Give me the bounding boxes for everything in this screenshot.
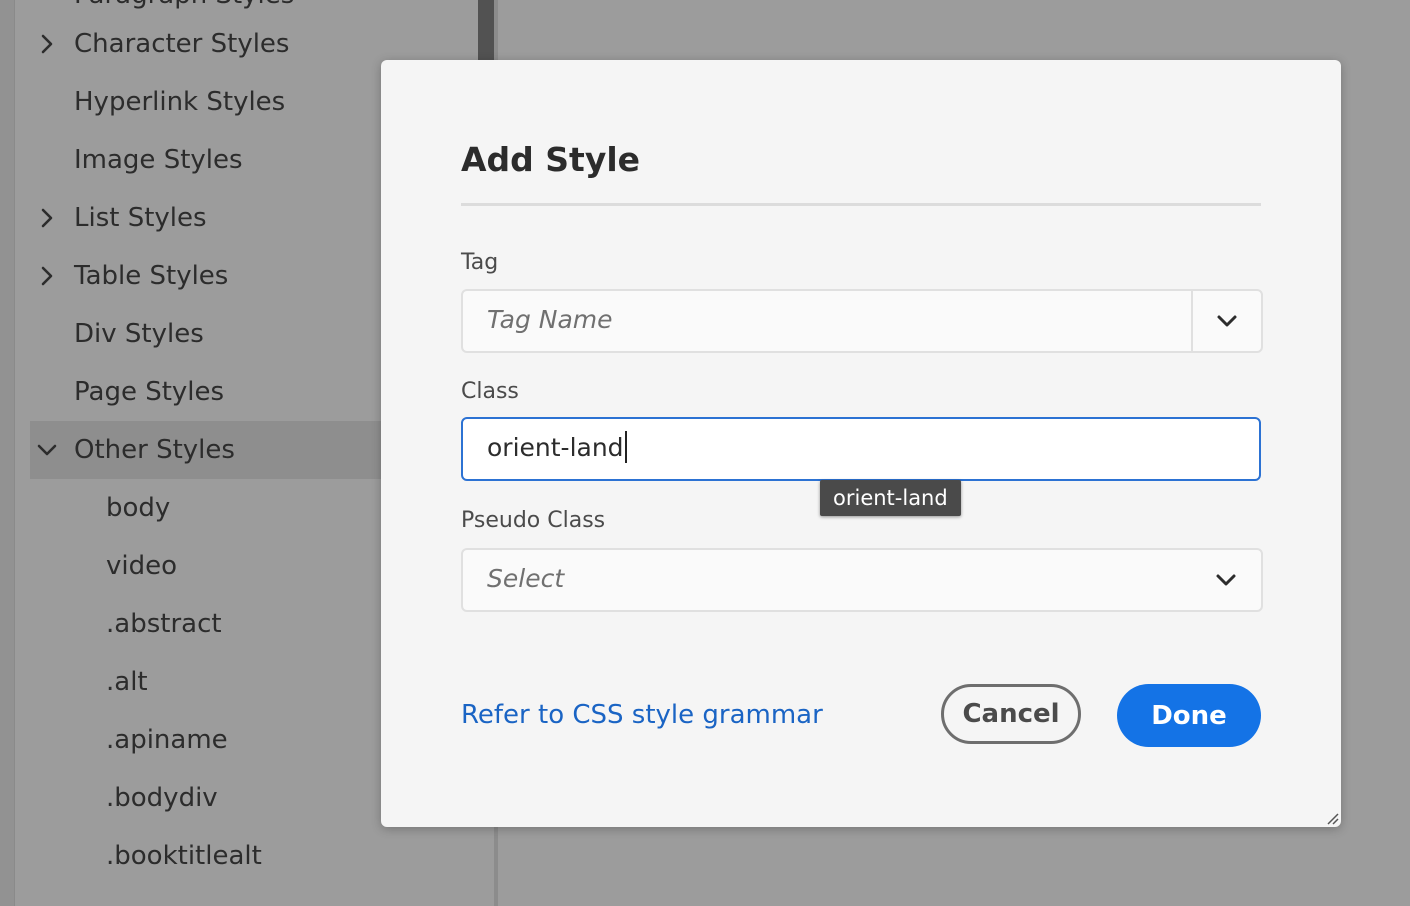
pseudo-class-select[interactable]: Select	[461, 548, 1263, 612]
tag-label: Tag	[461, 250, 499, 275]
tree-item-label: .bodydiv	[106, 783, 218, 813]
class-value-tooltip: orient-land	[820, 480, 961, 516]
chevron-down-icon	[1216, 574, 1236, 586]
tag-combobox[interactable]: Tag Name	[461, 289, 1263, 353]
tree-item-label: body	[106, 493, 171, 523]
tree-item-label: Other Styles	[74, 435, 235, 465]
tree-item-label: List Styles	[74, 203, 207, 233]
tree-item-label: .abstract	[106, 609, 222, 639]
tree-item-label: Div Styles	[74, 319, 204, 349]
panel-left-rail	[0, 0, 15, 906]
pseudo-class-dropdown-button[interactable]	[1191, 550, 1261, 610]
tree-item-label: .booktitlealt	[106, 841, 262, 871]
class-label: Class	[461, 379, 519, 404]
chevron-down-icon[interactable]	[36, 439, 58, 461]
done-button[interactable]: Done	[1117, 684, 1261, 747]
tree-item-label: Hyperlink Styles	[74, 87, 286, 117]
text-caret	[624, 431, 627, 463]
panel-scrollbar[interactable]	[478, 0, 494, 60]
chevron-right-icon[interactable]	[36, 207, 58, 229]
chevron-right-icon[interactable]	[36, 265, 58, 287]
tree-item-label: .alt	[106, 667, 148, 697]
tree-item-label: .apiname	[106, 725, 228, 755]
pseudo-class-label: Pseudo Class	[461, 508, 606, 533]
class-input[interactable]: orient-land	[461, 417, 1261, 481]
chevron-right-icon[interactable]	[36, 33, 58, 55]
add-style-dialog: Add Style Tag Tag Name Class orient-land…	[381, 60, 1341, 827]
tag-dropdown-button[interactable]	[1193, 291, 1261, 351]
chevron-down-icon	[1217, 315, 1237, 327]
pseudo-class-placeholder[interactable]: Select	[487, 564, 564, 593]
css-grammar-link[interactable]: Refer to CSS style grammar	[461, 700, 823, 730]
tree-item-label: Page Styles	[74, 377, 225, 407]
tree-item-label: video	[106, 551, 178, 581]
tree-item-label: Character Styles	[74, 29, 290, 59]
cancel-button[interactable]: Cancel	[941, 684, 1081, 744]
tree-item-booktitlealt[interactable]: .booktitlealt	[30, 827, 480, 885]
tree-item-label: Table Styles	[74, 261, 229, 291]
dialog-title: Add Style	[461, 140, 641, 179]
class-input-value[interactable]: orient-land	[487, 431, 627, 463]
class-input-text: orient-land	[487, 433, 624, 462]
title-divider	[461, 203, 1261, 206]
resize-grip-icon[interactable]	[1325, 811, 1339, 825]
tree-item-label: Image Styles	[74, 145, 243, 175]
tag-input-placeholder[interactable]: Tag Name	[487, 305, 613, 334]
tree-item-partial[interactable]: Paragraph Styles	[74, 0, 294, 10]
